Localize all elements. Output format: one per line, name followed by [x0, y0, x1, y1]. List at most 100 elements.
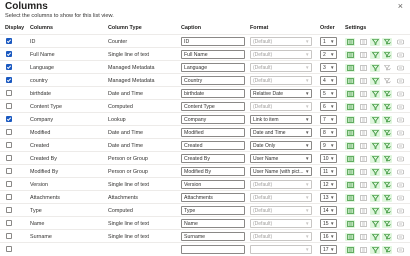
funnel-check-icon[interactable] [382, 141, 392, 150]
caption-input[interactable]: Created By [181, 153, 245, 163]
group-icon[interactable] [395, 103, 405, 111]
format-dropdown[interactable]: User Name ▼ [250, 153, 312, 163]
display-checkbox[interactable] [6, 246, 12, 252]
filter-list-icon[interactable] [345, 154, 355, 163]
sort-icon[interactable] [358, 116, 368, 124]
caption-input[interactable]: Modified [181, 127, 245, 137]
funnel-icon[interactable] [370, 102, 380, 111]
filter-list-icon[interactable] [345, 141, 355, 150]
funnel-check-icon[interactable] [382, 128, 392, 137]
group-icon[interactable] [395, 64, 405, 72]
group-icon[interactable] [395, 38, 405, 46]
funnel-check-icon[interactable] [382, 180, 392, 189]
funnel-icon[interactable] [370, 63, 380, 72]
sort-icon[interactable] [358, 155, 368, 163]
display-checkbox[interactable] [6, 181, 12, 187]
sort-icon[interactable] [358, 64, 368, 72]
funnel-check-icon[interactable] [382, 154, 392, 163]
order-dropdown[interactable]: 13 ▼ [320, 192, 337, 202]
caption-input[interactable]: birthdate [181, 88, 245, 98]
group-icon[interactable] [395, 168, 405, 176]
group-icon[interactable] [395, 77, 405, 85]
sort-icon[interactable] [358, 181, 368, 189]
funnel-icon[interactable] [370, 245, 380, 254]
funnel-icon[interactable] [370, 76, 380, 85]
caption-input[interactable]: ID [181, 36, 245, 46]
sort-icon[interactable] [358, 220, 368, 228]
close-icon[interactable]: × [398, 1, 403, 11]
caption-input[interactable]: Type [181, 205, 245, 215]
caption-input[interactable]: Content Type [181, 101, 245, 111]
group-icon[interactable] [395, 233, 405, 241]
filter-list-icon[interactable] [345, 180, 355, 189]
funnel-check-icon[interactable] [382, 64, 392, 72]
funnel-check-icon[interactable] [382, 232, 392, 241]
display-checkbox[interactable] [6, 90, 12, 96]
order-dropdown[interactable]: 1 ▼ [320, 36, 337, 46]
funnel-check-icon[interactable] [382, 37, 392, 46]
display-checkbox[interactable] [6, 38, 12, 44]
sort-icon[interactable] [358, 246, 368, 254]
funnel-icon[interactable] [370, 206, 380, 215]
display-checkbox[interactable] [6, 168, 12, 174]
order-dropdown[interactable]: 3 ▼ [320, 62, 337, 72]
sort-icon[interactable] [358, 142, 368, 150]
display-checkbox[interactable] [6, 233, 12, 239]
funnel-check-icon[interactable] [382, 115, 392, 124]
filter-list-icon[interactable] [345, 206, 355, 215]
funnel-icon[interactable] [370, 89, 380, 98]
caption-input[interactable]: Company [181, 114, 245, 124]
sort-icon[interactable] [358, 233, 368, 241]
sort-icon[interactable] [358, 51, 368, 59]
filter-list-icon[interactable] [345, 219, 355, 228]
caption-input[interactable]: Full Name [181, 49, 245, 59]
display-checkbox[interactable] [6, 207, 12, 213]
funnel-icon[interactable] [370, 154, 380, 163]
funnel-check-icon[interactable] [382, 245, 392, 254]
sort-icon[interactable] [358, 207, 368, 215]
group-icon[interactable] [395, 129, 405, 137]
order-dropdown[interactable]: 16 ▼ [320, 231, 337, 241]
caption-input[interactable]: Modified By [181, 166, 245, 176]
caption-input[interactable]: Language [181, 62, 245, 72]
format-dropdown[interactable]: Link to item ▼ [250, 114, 312, 124]
order-dropdown[interactable]: 9 ▼ [320, 140, 337, 150]
order-dropdown[interactable]: 10 ▼ [320, 153, 337, 163]
sort-icon[interactable] [358, 38, 368, 46]
sort-icon[interactable] [358, 129, 368, 137]
caption-input[interactable]: Created [181, 140, 245, 150]
group-icon[interactable] [395, 51, 405, 59]
display-checkbox[interactable] [6, 51, 12, 57]
funnel-check-icon[interactable] [382, 102, 392, 111]
filter-list-icon[interactable] [345, 232, 355, 241]
sort-icon[interactable] [358, 168, 368, 176]
display-checkbox[interactable] [6, 155, 12, 161]
funnel-icon[interactable] [370, 167, 380, 176]
display-checkbox[interactable] [6, 194, 12, 200]
display-checkbox[interactable] [6, 142, 12, 148]
display-checkbox[interactable] [6, 129, 12, 135]
group-icon[interactable] [395, 90, 405, 98]
group-icon[interactable] [395, 207, 405, 215]
filter-list-icon[interactable] [345, 89, 355, 98]
order-dropdown[interactable]: 6 ▼ [320, 101, 337, 111]
order-dropdown[interactable]: 14 ▼ [320, 205, 337, 215]
caption-input[interactable]: Surname [181, 231, 245, 241]
display-checkbox[interactable] [6, 220, 12, 226]
group-icon[interactable] [395, 142, 405, 150]
group-icon[interactable] [395, 194, 405, 202]
funnel-check-icon[interactable] [382, 77, 392, 85]
filter-list-icon[interactable] [345, 245, 355, 254]
format-dropdown[interactable]: Date Only ▼ [250, 140, 312, 150]
funnel-check-icon[interactable] [382, 167, 392, 176]
funnel-check-icon[interactable] [382, 206, 392, 215]
funnel-check-icon[interactable] [382, 193, 392, 202]
funnel-icon[interactable] [370, 180, 380, 189]
filter-list-icon[interactable] [345, 128, 355, 137]
filter-list-icon[interactable] [345, 115, 355, 124]
filter-list-icon[interactable] [345, 37, 355, 46]
display-checkbox[interactable] [6, 116, 12, 122]
caption-input[interactable]: Version [181, 179, 245, 189]
order-dropdown[interactable]: 12 ▼ [320, 179, 337, 189]
group-icon[interactable] [395, 181, 405, 189]
